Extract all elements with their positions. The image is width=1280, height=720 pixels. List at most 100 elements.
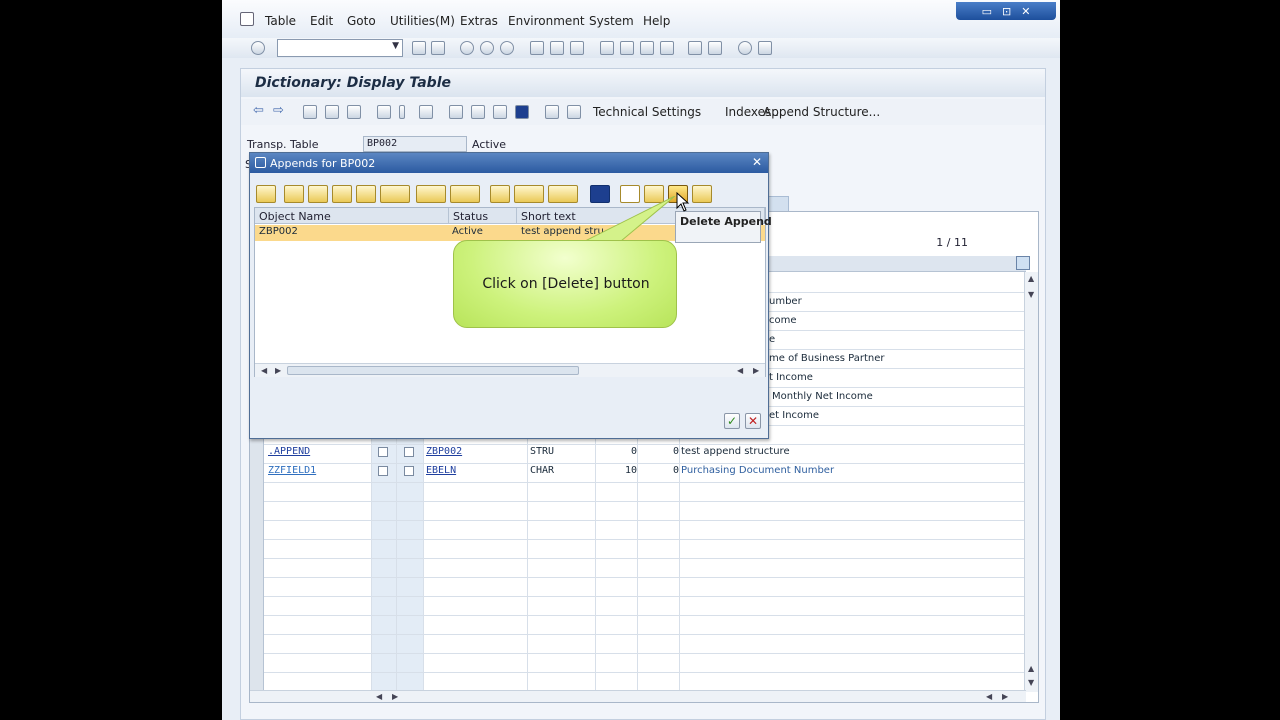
data-browser-icon[interactable] [471, 105, 485, 119]
print-icon[interactable] [530, 41, 544, 55]
graphic-icon[interactable] [545, 105, 559, 119]
scroll-left-icon[interactable]: ◀ [986, 692, 992, 701]
confirm-button[interactable]: ✓ [724, 413, 740, 429]
scroll-right-icon[interactable]: ▶ [753, 366, 759, 375]
initial-checkbox[interactable] [404, 447, 414, 457]
menu-help[interactable]: Help [643, 14, 670, 28]
activate-icon[interactable] [377, 105, 391, 119]
menu-environment[interactable]: Environment [508, 14, 585, 28]
edit-icon[interactable] [303, 105, 317, 119]
data-element[interactable]: ZBP002 [426, 446, 462, 457]
sort-descending-icon[interactable] [308, 185, 328, 203]
data-element[interactable]: EBELN [426, 465, 456, 476]
horizontal-scrollbar[interactable]: ◀ ▶ ◀ ▶ [250, 690, 1026, 702]
scroll-up-icon[interactable]: ▲ [1028, 664, 1034, 673]
sap-menu-icon[interactable] [240, 12, 254, 26]
initial-checkbox[interactable] [404, 466, 414, 476]
grid-icon[interactable] [567, 105, 581, 119]
table-settings-icon[interactable] [1016, 256, 1030, 270]
menu-goto[interactable]: Goto [347, 14, 376, 28]
find-next-icon[interactable] [570, 41, 584, 55]
scroll-right-icon[interactable]: ▶ [1002, 692, 1008, 701]
column-object-name[interactable]: Object Name [255, 208, 449, 224]
window-controls: ▭ ⊡ ✕ [956, 2, 1056, 20]
info-icon[interactable] [515, 105, 529, 119]
menu-utilities[interactable]: Utilities(M) [390, 14, 455, 28]
column-status[interactable]: Status [449, 208, 517, 224]
technical-settings-button[interactable]: Technical Settings [593, 105, 701, 119]
row-line [264, 558, 1024, 559]
print-preview-icon[interactable] [490, 185, 510, 203]
display-change-icon[interactable] [325, 105, 339, 119]
previous-page-icon[interactable] [620, 41, 634, 55]
scroll-left-icon[interactable]: ◀ [737, 366, 743, 375]
horizontal-scrollbar[interactable]: ◀ ▶ ◀ ▶ [255, 363, 765, 377]
transp-table-label: Transp. Table [247, 138, 319, 151]
cancel-button[interactable]: ✕ [745, 413, 761, 429]
menu-table[interactable]: Table [265, 14, 296, 28]
back-arrow-icon[interactable] [412, 41, 426, 55]
total-icon[interactable] [416, 185, 446, 203]
field-description: me of Business Partner [769, 353, 885, 364]
last-page-icon[interactable] [660, 41, 674, 55]
find-icon[interactable] [332, 185, 352, 203]
views-icon[interactable] [514, 185, 544, 203]
close-icon[interactable]: ✕ [1021, 5, 1030, 18]
hierarchy-icon[interactable] [449, 105, 463, 119]
row-line [264, 520, 1024, 521]
save-icon[interactable] [431, 41, 445, 55]
first-page-icon[interactable] [600, 41, 614, 55]
arrow-left-icon[interactable]: ⇦ [253, 104, 267, 119]
scroll-left-icon[interactable]: ◀ [261, 366, 267, 375]
scroll-right-icon[interactable]: ▶ [392, 692, 398, 701]
filter-icon[interactable] [380, 185, 410, 203]
row-line [264, 444, 1024, 445]
next-page-icon[interactable] [640, 41, 654, 55]
minimize-icon[interactable]: ▭ [982, 5, 992, 18]
check-icon[interactable] [347, 105, 361, 119]
shortcut-icon[interactable] [708, 41, 722, 55]
scroll-left-icon[interactable]: ◀ [376, 692, 382, 701]
scroll-down-icon[interactable]: ▼ [1028, 290, 1034, 299]
arrow-right-icon[interactable]: ⇨ [273, 104, 287, 119]
sort-ascending-icon[interactable] [284, 185, 304, 203]
menu-system[interactable]: System [589, 14, 634, 28]
maximize-icon[interactable]: ⊡ [1002, 5, 1011, 18]
close-icon[interactable]: ✕ [752, 155, 762, 169]
menu-extras[interactable]: Extras [460, 14, 498, 28]
export-icon[interactable] [548, 185, 578, 203]
help-icon[interactable] [738, 41, 752, 55]
key-checkbox[interactable] [378, 447, 388, 457]
scroll-down-icon[interactable]: ▼ [1028, 678, 1034, 687]
key-checkbox[interactable] [378, 466, 388, 476]
refresh-icon[interactable] [692, 185, 712, 203]
table-name-field[interactable]: BP002 [363, 136, 467, 152]
new-session-icon[interactable] [688, 41, 702, 55]
chevron-down-icon[interactable]: ▼ [392, 41, 399, 51]
row-line [264, 577, 1024, 578]
exit-icon[interactable] [480, 41, 494, 55]
menu-edit[interactable]: Edit [310, 14, 333, 28]
scroll-up-icon[interactable]: ▲ [1028, 274, 1034, 283]
field-description: t Income [769, 372, 813, 383]
back-icon[interactable] [460, 41, 474, 55]
layout-menu-icon[interactable] [758, 41, 772, 55]
field-name[interactable]: ZZFIELD1 [268, 465, 316, 476]
scroll-right-icon[interactable]: ▶ [275, 366, 281, 375]
find-next-icon[interactable] [356, 185, 376, 203]
vertical-scrollbar[interactable]: ▲ ▼ ▲ ▼ [1024, 272, 1038, 692]
table-contents-icon[interactable] [493, 105, 507, 119]
application-toolbar: ⇦ ⇨ Technical Settings Indexes... Append… [241, 99, 1045, 125]
details-icon[interactable] [256, 185, 276, 203]
find-icon[interactable] [550, 41, 564, 55]
where-used-icon[interactable] [399, 105, 405, 119]
scrollbar-thumb[interactable] [287, 366, 579, 375]
field-name[interactable]: .APPEND [268, 446, 310, 457]
command-field[interactable]: ▼ [277, 39, 403, 57]
cancel-icon[interactable] [500, 41, 514, 55]
enter-icon[interactable] [251, 41, 265, 55]
append-structure-button[interactable]: Append Structure... [763, 105, 880, 119]
object-list-icon[interactable] [419, 105, 433, 119]
object-name-cell[interactable]: ZBP002 [259, 226, 298, 237]
subtotal-icon[interactable] [450, 185, 480, 203]
